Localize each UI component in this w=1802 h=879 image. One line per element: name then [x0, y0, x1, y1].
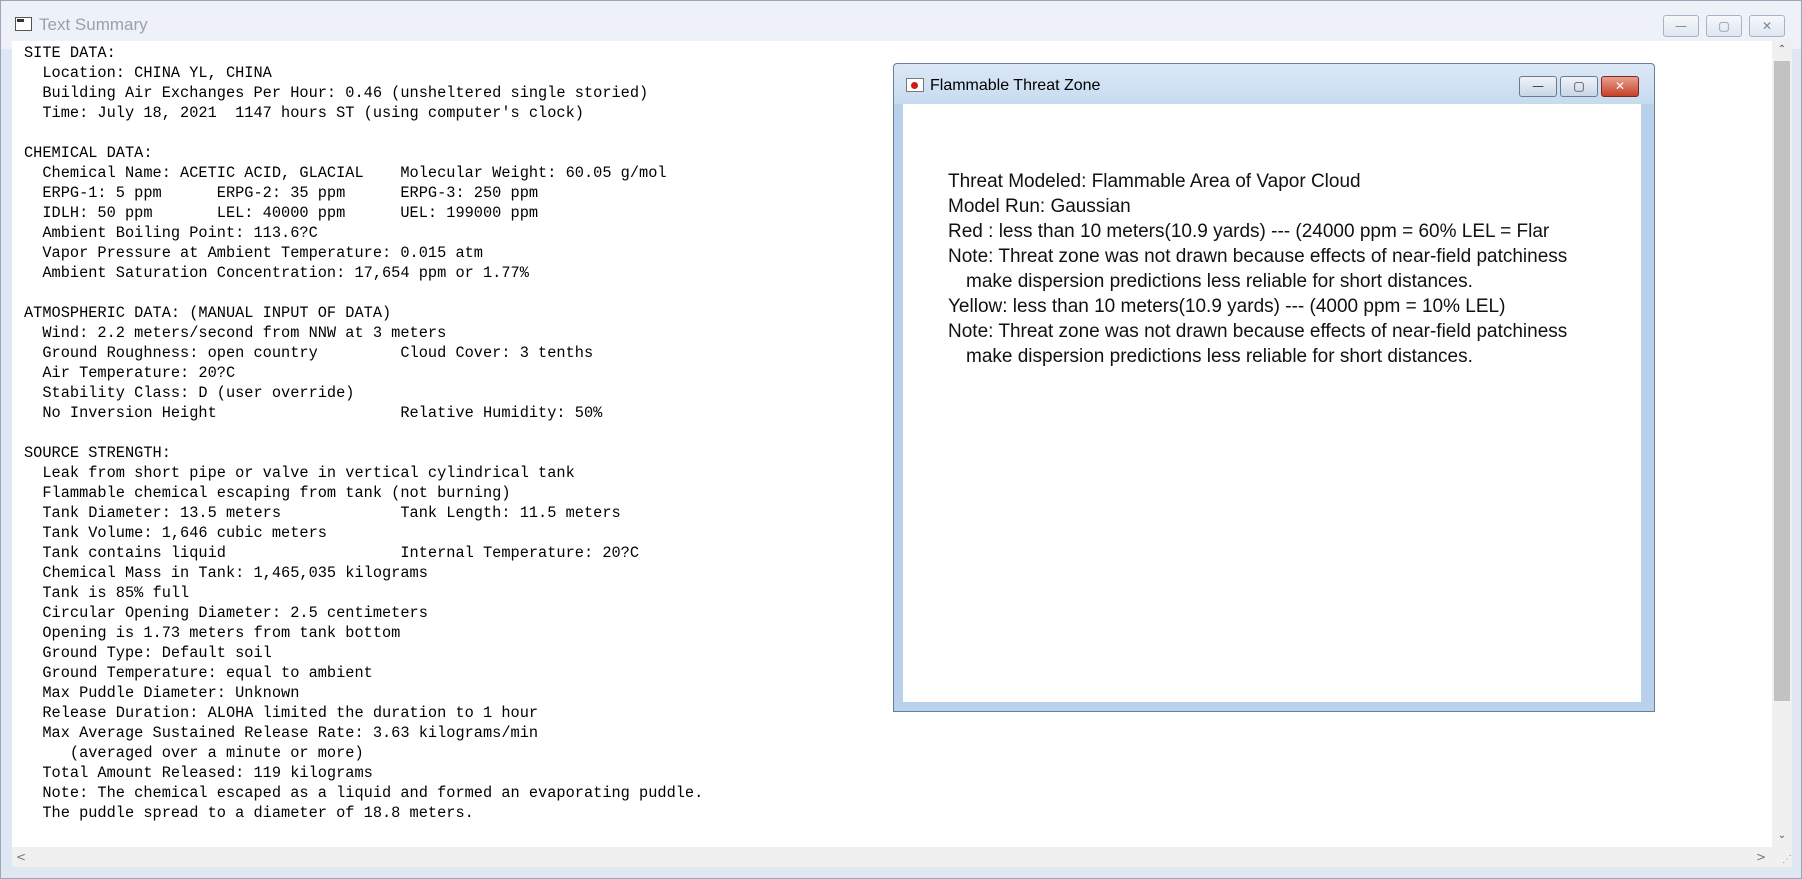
scroll-down-icon[interactable]: ⌄ — [1772, 827, 1792, 845]
yellow-zone-note: Note: Threat zone was not drawn because … — [948, 321, 1568, 342]
model-run-line: Model Run: Gaussian — [948, 196, 1131, 217]
report-line: IDLH: 50 ppm LEL: 40000 ppm UEL: 199000 … — [24, 204, 539, 222]
report-line: Ground Roughness: open country Cloud Cov… — [24, 344, 594, 362]
report-line: Air Temperature: 20?C — [24, 364, 236, 382]
report-text: SITE DATA: Location: CHINA YL, CHINA Bui… — [24, 43, 703, 823]
report-line: Ambient Boiling Point: 113.6?C — [24, 224, 318, 242]
report-line: ATMOSPHERIC DATA: (MANUAL INPUT OF DATA) — [24, 304, 392, 322]
report-line: The puddle spread to a diameter of 18.8 … — [24, 804, 474, 822]
horizontal-scrollbar[interactable]: < > — [12, 847, 1772, 867]
report-line: Max Puddle Diameter: Unknown — [24, 684, 300, 702]
resize-grip-icon[interactable]: ⋰ — [1772, 847, 1792, 867]
report-line: Ground Temperature: equal to ambient — [24, 664, 373, 682]
threat-modeled-line: Threat Modeled: Flammable Area of Vapor … — [948, 171, 1361, 192]
flammable-threat-zone-window: Flammable Threat Zone — ▢ ✕ Threat Model… — [893, 63, 1655, 712]
report-line: SITE DATA: — [24, 44, 116, 62]
report-line: ERPG-1: 5 ppm ERPG-2: 35 ppm ERPG-3: 250… — [24, 184, 539, 202]
close-button[interactable]: ✕ — [1749, 15, 1785, 37]
red-zone-note-continued: make dispersion predictions less reliabl… — [966, 271, 1473, 292]
report-line: CHEMICAL DATA: — [24, 144, 153, 162]
report-line: Time: July 18, 2021 1147 hours ST (using… — [24, 104, 584, 122]
dialog-maximize-button[interactable]: ▢ — [1560, 76, 1598, 97]
vertical-scrollbar[interactable]: ⌃ ⌄ — [1772, 41, 1792, 847]
report-line: Tank Volume: 1,646 cubic meters — [24, 524, 327, 542]
app-icon — [15, 17, 32, 31]
dialog-close-button[interactable]: ✕ — [1601, 76, 1639, 97]
report-line: Circular Opening Diameter: 2.5 centimete… — [24, 604, 428, 622]
report-line: Stability Class: D (user override) — [24, 384, 355, 402]
report-line: Ambient Saturation Concentration: 17,654… — [24, 264, 529, 282]
red-zone-line: Red : less than 10 meters(10.9 yards) --… — [948, 221, 1550, 242]
report-line: Ground Type: Default soil — [24, 644, 272, 662]
report-line: Tank Diameter: 13.5 meters Tank Length: … — [24, 504, 621, 522]
dialog-title: Flammable Threat Zone — [930, 77, 1101, 94]
report-line: Building Air Exchanges Per Hour: 0.46 (u… — [24, 84, 649, 102]
report-line: Location: CHINA YL, CHINA — [24, 64, 272, 82]
scroll-up-icon[interactable]: ⌃ — [1772, 41, 1792, 59]
report-line: Max Average Sustained Release Rate: 3.63… — [24, 724, 539, 742]
dialog-minimize-button[interactable]: — — [1519, 76, 1557, 97]
report-line: Vapor Pressure at Ambient Temperature: 0… — [24, 244, 483, 262]
yellow-zone-note-continued: make dispersion predictions less reliabl… — [966, 346, 1473, 367]
report-line: Opening is 1.73 meters from tank bottom — [24, 624, 401, 642]
report-line: Total Amount Released: 119 kilograms — [24, 764, 373, 782]
minimize-button[interactable]: — — [1663, 15, 1699, 37]
report-line: No Inversion Height Relative Humidity: 5… — [24, 404, 603, 422]
report-line: Flammable chemical escaping from tank (n… — [24, 484, 511, 502]
report-line: (averaged over a minute or more) — [24, 744, 364, 762]
report-line: Note: The chemical escaped as a liquid a… — [24, 784, 704, 802]
report-line: Tank contains liquid Internal Temperatur… — [24, 544, 640, 562]
report-line: Chemical Mass in Tank: 1,465,035 kilogra… — [24, 564, 428, 582]
report-line: Chemical Name: ACETIC ACID, GLACIAL Mole… — [24, 164, 667, 182]
report-line: Wind: 2.2 meters/second from NNW at 3 me… — [24, 324, 447, 342]
report-line: Leak from short pipe or valve in vertica… — [24, 464, 575, 482]
yellow-zone-line: Yellow: less than 10 meters(10.9 yards) … — [948, 296, 1506, 317]
threat-zone-icon — [906, 78, 924, 92]
red-zone-note: Note: Threat zone was not drawn because … — [948, 246, 1568, 267]
vertical-scroll-thumb[interactable] — [1774, 61, 1790, 701]
report-line: SOURCE STRENGTH: — [24, 444, 171, 462]
scroll-left-icon[interactable]: < — [12, 847, 30, 867]
dialog-title-bar[interactable]: Flammable Threat Zone — ▢ ✕ — [894, 64, 1654, 104]
scroll-right-icon[interactable]: > — [1752, 847, 1770, 867]
threat-zone-summary: Threat Modeled: Flammable Area of Vapor … — [903, 104, 1641, 702]
report-line: Release Duration: ALOHA limited the dura… — [24, 704, 539, 722]
report-line: Tank is 85% full — [24, 584, 190, 602]
window-title: Text Summary — [39, 15, 148, 34]
maximize-button[interactable]: ▢ — [1706, 15, 1742, 37]
